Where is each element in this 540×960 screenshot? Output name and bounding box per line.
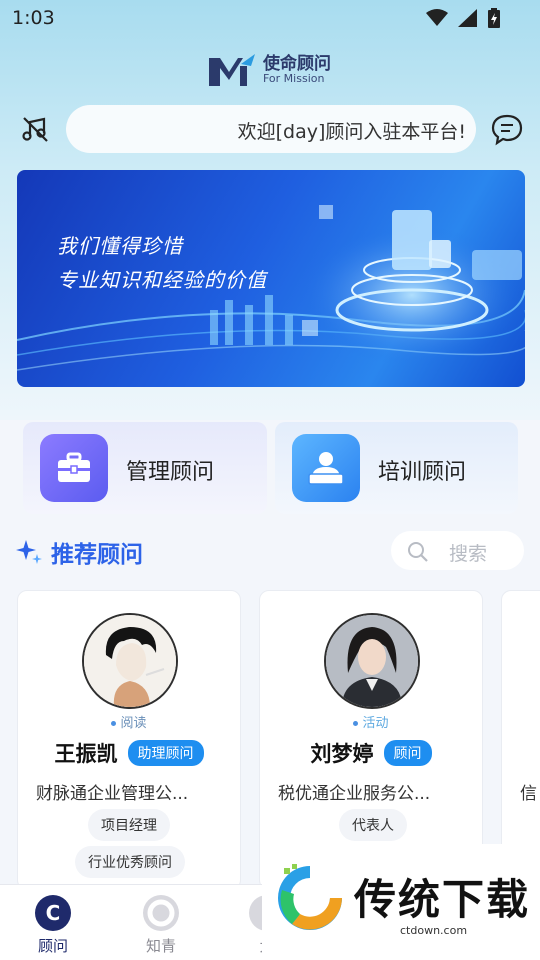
management-advisor-label: 管理顾问 — [126, 460, 215, 485]
sparkle-icon — [16, 540, 42, 564]
advisor-card[interactable]: 阅读 王振凯 助理顾问 财脉通企业管理公... 项目经理 行业优秀顾问 — [17, 590, 241, 890]
advisor-search-input[interactable]: 搜索 — [391, 531, 524, 570]
section-title: 推荐顾问 — [51, 542, 143, 568]
advisor-name: 刘梦婷 — [310, 742, 374, 766]
role-badge: 顾问 — [383, 740, 432, 766]
role-badge: 助理顾问 — [127, 740, 204, 766]
watermark-logo — [278, 864, 342, 930]
brand-logo-icon — [209, 54, 255, 86]
status-icons — [426, 8, 500, 28]
ring-icon — [143, 895, 179, 931]
toolbox-icon — [40, 434, 108, 502]
management-advisor-card[interactable]: 管理顾问 — [23, 422, 267, 514]
training-advisor-card[interactable]: 培训顾问 — [275, 422, 518, 514]
avatar — [82, 613, 178, 709]
promo-banner[interactable]: 我们懂得珍惜 专业知识和经验的价值 — [17, 170, 525, 387]
watermark-url: ctdown.com — [400, 924, 468, 937]
search-icon — [408, 542, 428, 562]
advisor-tag: 项目经理 — [88, 809, 170, 841]
music-off-icon[interactable] — [20, 114, 50, 144]
tab-zhiqing[interactable]: 知青 — [116, 895, 206, 956]
avatar — [324, 613, 420, 709]
advisor-company: 信 — [520, 784, 537, 804]
banner-subheadline: 专业知识和经验的价值 — [57, 268, 267, 292]
brand-logo: 使命顾问 For Mission — [207, 52, 331, 88]
advisor-company: 财脉通企业管理公... — [36, 784, 189, 804]
chat-icon[interactable] — [490, 112, 524, 146]
tab-label: 知青 — [145, 937, 176, 955]
battery-icon — [488, 8, 500, 28]
teacher-icon — [292, 434, 360, 502]
watermark: 传统下载 ctdown.com — [262, 844, 540, 960]
search-placeholder: 搜索 — [449, 543, 488, 565]
tab-advisors[interactable]: C 顾问 — [8, 895, 98, 956]
brand-subtitle: For Mission — [263, 72, 325, 85]
advisor-name: 王振凯 — [54, 742, 118, 766]
advisor-tag: 行业优秀顾问 — [75, 846, 185, 878]
watermark-text: 传统下载 — [354, 875, 531, 924]
advisor-name-row: 刘梦婷 顾问 — [260, 738, 482, 768]
welcome-marquee: 欢迎[day]顾问入驻本平台! — [237, 121, 466, 143]
advisor-company: 税优通企业服务公... — [278, 784, 431, 804]
banner-headline: 我们懂得珍惜 — [57, 234, 183, 258]
wifi-icon — [426, 9, 448, 26]
advisor-status: 阅读 — [18, 712, 240, 731]
advisor-tag: 代表人 — [339, 809, 407, 841]
section-header: 推荐顾问 — [15, 535, 143, 569]
signal-icon — [458, 9, 477, 27]
welcome-bar[interactable]: 欢迎[day]顾问入驻本平台! — [66, 105, 476, 153]
advisor-name-row: 王振凯 助理顾问 — [18, 738, 240, 768]
advisor-tab-icon: C — [35, 895, 71, 931]
tab-label: 顾问 — [37, 937, 68, 955]
brand-name: 使命顾问 — [263, 54, 331, 74]
status-bar: 1:03 — [0, 0, 540, 36]
training-advisor-label: 培训顾问 — [378, 460, 467, 485]
status-time: 1:03 — [12, 7, 55, 29]
advisor-status: 活动 — [260, 712, 482, 731]
